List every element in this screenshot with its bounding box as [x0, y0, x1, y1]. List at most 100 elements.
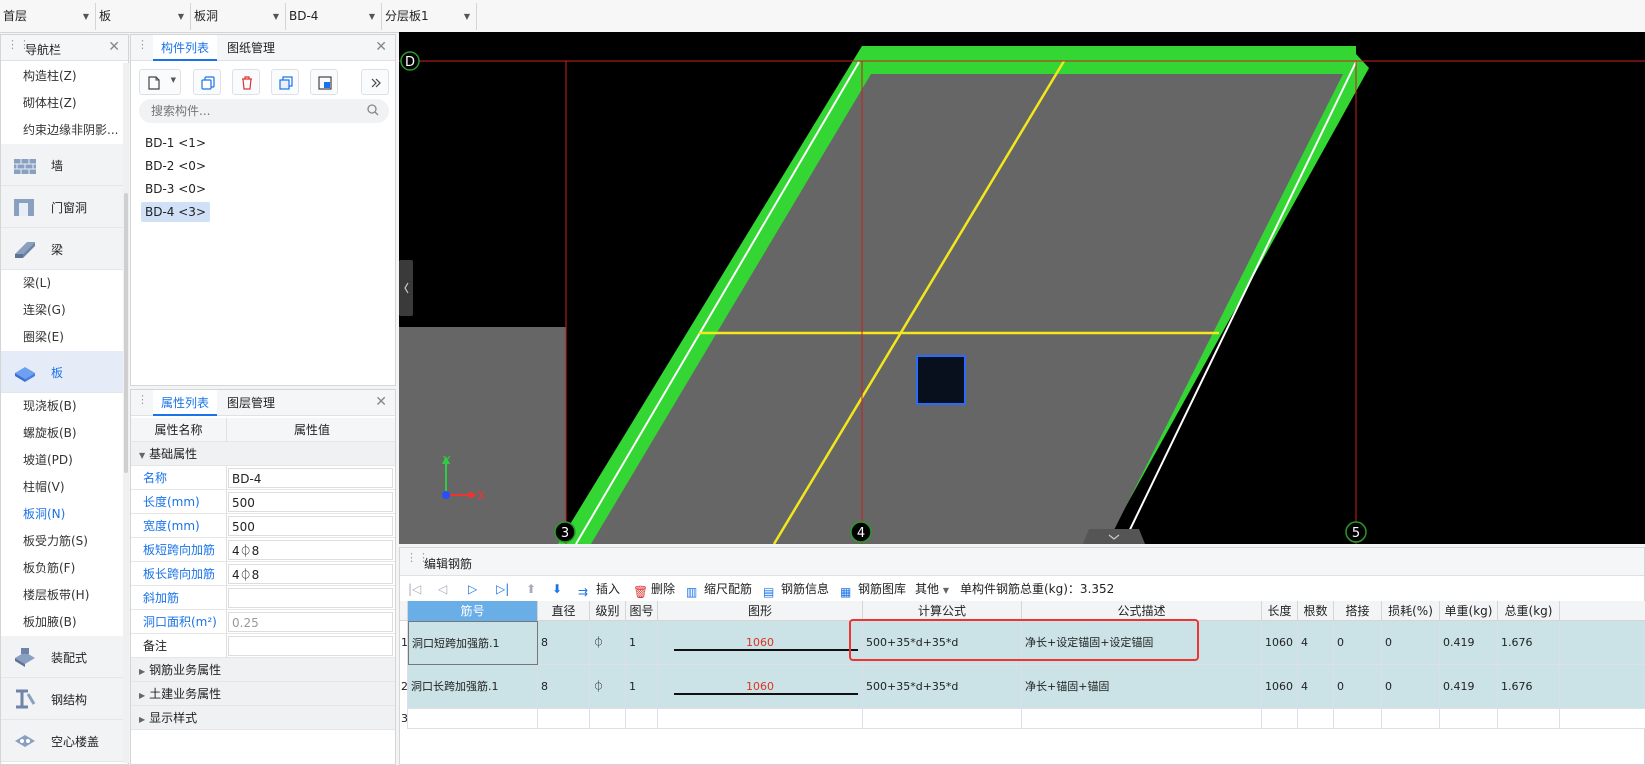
bottom-expand-handle[interactable]: [1083, 529, 1145, 544]
component-item[interactable]: BD-3 <0>: [141, 179, 210, 199]
table-cell-empty[interactable]: [658, 709, 863, 729]
table-cell-fig[interactable]: 1: [626, 621, 658, 665]
delete-component-button[interactable]: [232, 69, 260, 95]
component-item[interactable]: BD-2 <0>: [141, 156, 210, 176]
table-cell-formula[interactable]: 500+35*d+35*d: [863, 665, 1022, 709]
nav-item[interactable]: 螺旋板(B): [1, 420, 123, 447]
tab-component-list[interactable]: 构件列表: [153, 35, 218, 61]
table-cell-empty[interactable]: [863, 709, 1022, 729]
copy-to-floor-button[interactable]: [271, 69, 299, 95]
insert-button[interactable]: ⇉ 插入: [578, 580, 620, 599]
property-value-field[interactable]: [228, 588, 393, 608]
collapsed-property-group[interactable]: ▶ 土建业务属性: [131, 682, 395, 706]
column-header[interactable]: 图形: [658, 601, 863, 621]
table-cell-dia[interactable]: 8: [538, 665, 590, 709]
column-header[interactable]: 长度: [1262, 601, 1298, 621]
nav-category[interactable]: 板: [1, 351, 123, 393]
component-search-input[interactable]: [139, 99, 389, 123]
table-cell-empty[interactable]: [1334, 709, 1382, 729]
table-cell-len[interactable]: 1060: [1262, 621, 1298, 665]
move-up-icon[interactable]: ⬆: [526, 580, 536, 598]
close-icon[interactable]: ✕: [108, 39, 120, 55]
table-cell-empty[interactable]: [408, 709, 538, 729]
table-cell-loss[interactable]: 0: [1382, 665, 1440, 709]
drag-handle-icon[interactable]: ⋮⋮: [137, 39, 160, 55]
component-dropdown[interactable]: BD-4 ▼: [286, 3, 382, 30]
column-header[interactable]: 总重(kg): [1498, 601, 1560, 621]
column-header[interactable]: 计算公式: [863, 601, 1022, 621]
nav-item[interactable]: 构造柱(Z): [1, 63, 123, 90]
column-header[interactable]: 搭接: [1334, 601, 1382, 621]
column-header[interactable]: 筋号: [408, 601, 538, 621]
left-collapse-handle[interactable]: [399, 260, 413, 316]
table-cell-unit[interactable]: 0.419: [1440, 665, 1498, 709]
slab-hole-bd4[interactable]: [916, 355, 966, 405]
table-cell-empty[interactable]: [538, 709, 590, 729]
copy-component-button[interactable]: [193, 69, 221, 95]
table-cell-name[interactable]: 洞口短跨加强筋.1: [408, 621, 538, 665]
table-cell-empty[interactable]: [1262, 709, 1298, 729]
empty-table-row[interactable]: 3: [400, 709, 1645, 729]
delete-button[interactable]: 🗑 删除: [633, 580, 675, 599]
rebar-library-button[interactable]: ▦ 钢筋图库: [840, 580, 906, 599]
table-cell-shape[interactable]: 1060: [658, 621, 863, 665]
table-cell-len[interactable]: 1060: [1262, 665, 1298, 709]
nav-item[interactable]: 约束边缘非阴影...: [1, 117, 123, 144]
table-cell-lap[interactable]: 0: [1334, 665, 1382, 709]
last-record-icon[interactable]: ▷|: [496, 580, 509, 598]
property-value-field[interactable]: BD-4: [228, 468, 393, 488]
table-cell-count[interactable]: 4: [1298, 621, 1334, 665]
column-header[interactable]: 图号: [626, 601, 658, 621]
table-cell-lap[interactable]: 0: [1334, 621, 1382, 665]
table-cell-count[interactable]: 4: [1298, 665, 1334, 709]
drawing-canvas[interactable]: D 3 4 5 Y X: [399, 32, 1645, 544]
nav-item[interactable]: 柱帽(V): [1, 474, 123, 501]
nav-category[interactable]: 空心楼盖: [1, 720, 123, 762]
column-header[interactable]: 直径(mm): [538, 601, 590, 638]
scroll-thumb[interactable]: [124, 193, 128, 473]
category-dropdown[interactable]: 板 ▼: [96, 3, 191, 30]
nav-item[interactable]: 梁(L): [1, 270, 123, 297]
nav-item[interactable]: 板洞(N): [1, 501, 123, 528]
column-header[interactable]: 公式描述: [1022, 601, 1262, 621]
scale-rebar-button[interactable]: ▥ 缩尺配筋: [686, 580, 752, 599]
nav-item[interactable]: 楼层板带(H): [1, 582, 123, 609]
tab-layer-management[interactable]: 图层管理: [219, 390, 283, 416]
type-dropdown[interactable]: 板洞 ▼: [191, 3, 286, 30]
drag-handle-icon[interactable]: ⋮⋮: [7, 39, 30, 55]
property-value-field[interactable]: [228, 636, 393, 656]
table-cell-loss[interactable]: 0: [1382, 621, 1440, 665]
column-header[interactable]: 级别: [590, 601, 626, 621]
table-cell-empty[interactable]: [1498, 709, 1560, 729]
prev-record-icon[interactable]: ◁: [438, 580, 447, 598]
nav-item[interactable]: 板受力筋(S): [1, 528, 123, 555]
table-cell-name[interactable]: 洞口长跨加强筋.1: [408, 665, 538, 709]
table-cell-empty[interactable]: [1440, 709, 1498, 729]
column-header[interactable]: 单重(kg): [1440, 601, 1498, 621]
table-cell-empty[interactable]: [1022, 709, 1262, 729]
property-value-field[interactable]: 4⏀8: [228, 564, 393, 584]
property-value-field[interactable]: 500: [228, 516, 393, 536]
floor-dropdown[interactable]: 首层 ▼: [0, 3, 96, 30]
next-record-icon[interactable]: ▷: [468, 580, 477, 598]
new-component-button[interactable]: ▼: [139, 69, 181, 95]
collapsed-property-group[interactable]: ▶ 钢筋业务属性: [131, 658, 395, 682]
table-row[interactable]: 2 洞口长跨加强筋.1 8 ⏀ 1 1060 500+35*d+35*d 净长+锚固+锚固 10…: [400, 665, 1645, 709]
property-value-field[interactable]: 4⏀8: [228, 540, 393, 560]
group-basic-properties[interactable]: ▼ 基础属性: [131, 442, 395, 466]
drag-handle-icon[interactable]: ⋮⋮: [137, 394, 160, 410]
table-cell-total[interactable]: 1.676: [1498, 621, 1560, 665]
table-cell-grade[interactable]: ⏀: [590, 621, 626, 665]
tab-property-list[interactable]: 属性列表: [153, 390, 218, 416]
move-down-icon[interactable]: ⬇: [552, 580, 562, 598]
more-tools-button[interactable]: [361, 69, 389, 95]
extract-component-button[interactable]: [310, 69, 338, 95]
column-header[interactable]: 根数: [1298, 601, 1334, 621]
table-cell-total[interactable]: 1.676: [1498, 665, 1560, 709]
other-dropdown[interactable]: 其他 ▼: [915, 580, 949, 598]
nav-scrollbar[interactable]: [123, 63, 129, 763]
layer-dropdown[interactable]: 分层板1 ▼: [382, 3, 477, 30]
component-item[interactable]: BD-4 <3>: [141, 202, 210, 222]
table-cell-fig[interactable]: 1: [626, 665, 658, 709]
nav-item[interactable]: 砌体柱(Z): [1, 90, 123, 117]
